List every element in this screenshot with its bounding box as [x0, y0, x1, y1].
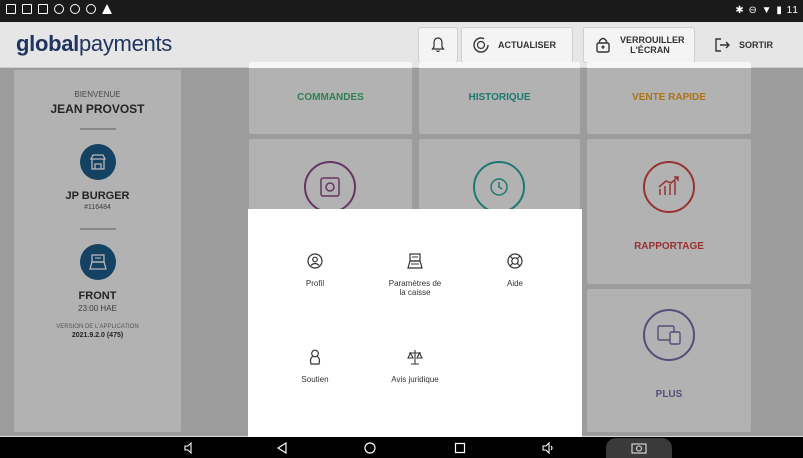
system-status: ✱ ⊖ ▼ ▮ 11 [735, 5, 799, 16]
settings-menu-dialog: Profil Paramètres de la caisse Aide Sout… [248, 209, 582, 437]
notification-icon [54, 4, 64, 14]
menu-item-register-settings[interactable]: Paramètres de la caisse [370, 253, 460, 297]
refresh-label: ACTUALISER [498, 40, 556, 50]
brand-logo: globalpayments [16, 31, 172, 56]
notification-icon [6, 4, 16, 14]
exit-button[interactable]: SORTIR [703, 27, 799, 63]
menu-item-label: Avis juridique [391, 375, 439, 384]
menu-item-soutien[interactable]: Soutien [270, 349, 360, 384]
exit-label: SORTIR [739, 40, 774, 50]
lock-screen-button[interactable]: VERROUILLER L'ÉCRAN [583, 27, 695, 63]
notification-icon [70, 4, 80, 14]
lifebuoy-icon [507, 253, 523, 269]
menu-item-aide[interactable]: Aide [470, 253, 560, 288]
notification-icon [38, 4, 48, 14]
android-status-bar: ✱ ⊖ ▼ ▮ 11 [0, 0, 803, 22]
notifications-button[interactable] [418, 27, 458, 63]
bell-icon [431, 37, 445, 53]
recents-icon[interactable] [454, 442, 466, 454]
notification-icons [6, 4, 112, 14]
camera-icon [631, 443, 647, 454]
lock-icon [594, 36, 612, 54]
lock-label: VERROUILLER L'ÉCRAN [620, 35, 685, 55]
warning-icon [102, 4, 112, 14]
support-icon [309, 349, 321, 365]
home-icon[interactable] [364, 442, 376, 454]
refresh-button[interactable]: ACTUALISER [461, 27, 573, 63]
notification-icon [86, 4, 96, 14]
menu-item-label: Profil [305, 279, 325, 288]
notification-icon [22, 4, 32, 14]
scales-icon [407, 350, 423, 365]
register-icon [407, 253, 423, 269]
volume-down-icon[interactable] [184, 442, 196, 454]
menu-item-avis-juridique[interactable]: Avis juridique [370, 349, 460, 384]
exit-icon [713, 36, 731, 54]
menu-item-label: Aide [506, 279, 523, 288]
menu-item-profil[interactable]: Profil [270, 253, 360, 288]
screenshot-button[interactable] [606, 438, 672, 458]
android-nav-bar [0, 437, 803, 458]
back-icon[interactable] [276, 442, 288, 454]
volume-up-icon[interactable] [542, 442, 554, 454]
refresh-icon [472, 36, 490, 54]
user-icon [307, 253, 323, 269]
menu-item-label: Soutien [301, 375, 329, 384]
menu-item-label: Paramètres de la caisse [388, 279, 442, 297]
